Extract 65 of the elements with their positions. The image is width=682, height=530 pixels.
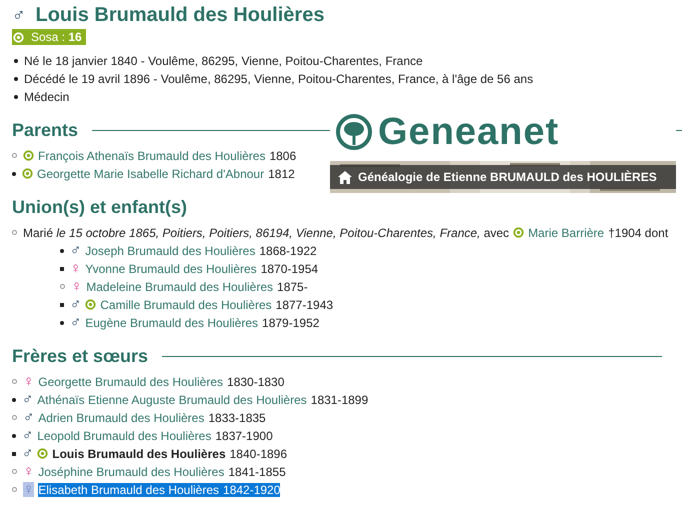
sex-symbol: ♂ [70,297,82,312]
tree-icon [334,114,374,150]
sex-symbol: ♂ [22,428,34,443]
dates: 1830-1830 [227,374,284,388]
dates: 1870-1954 [260,262,318,276]
person-link[interactable]: Joséphine Brumauld des Houlières [38,464,224,478]
sosa-icon [13,32,24,42]
person-link[interactable]: Georgette Brumauld des Houlières [38,374,224,388]
sex-symbol: ♂ [70,243,82,258]
person-link[interactable]: Georgette Marie Isabelle Richard d'Abnour [37,166,264,180]
person-link[interactable]: Elisabeth Brumauld des Houlières [38,482,220,496]
section-heading: Frères et sœurs [12,346,148,366]
fact-text: Né le 18 janvier 1840 - Voulême, 86295, Vienne, Poitou-Charentes, France [24,54,423,68]
person-link[interactable]: Joseph Brumauld des Houlières [85,244,256,258]
banner-link[interactable]: Généalogie de Etienne BRUMAULD des HOULIÈRES [330,165,676,189]
person-name: Louis Brumauld des Houlières [36,4,324,26]
dates: 1879-1952 [262,316,320,330]
sosa-icon [85,299,96,310]
marriage-text: Marié le 15 octobre 1865, Poitiers, Poitiers, 86194, Vienne, Poitou-Charentes, France, avec [23,226,510,240]
sex-symbol: ♀ [70,261,82,276]
sosa-badge: Sosa : 16 [12,29,86,45]
bullet-icon [14,58,18,62]
dates: 1877-1943 [276,298,334,312]
section-heading: Union(s) et enfant(s) [12,196,187,218]
geneanet-logo[interactable]: Geneanet [330,113,676,151]
bullet-icon [14,76,18,80]
sosa-icon [23,150,34,161]
sex-symbol: ♀ [23,464,34,479]
current-person: Louis Brumauld des Houlières [52,446,226,460]
sex-symbol: ♀ [71,279,82,294]
sex-symbol: ♂ [70,315,82,330]
sex-symbol: ♀ [23,374,34,389]
section-heading: Parents [12,120,78,140]
person-link[interactable]: Marie Barrière [528,226,604,240]
sex-symbol: ♂ [22,392,34,407]
person-link[interactable]: Adrien Brumauld des Houlières [38,410,204,424]
sosa-icon [513,227,524,238]
person-link[interactable]: Yvonne Brumauld des Houlières [85,262,257,276]
sosa-icon [37,448,48,459]
fact-text: Médecin [24,90,70,104]
dates: 1833-1835 [208,410,266,424]
dates: 1806 [269,148,296,162]
sex-symbol: ♂ [23,410,34,425]
sex-symbol: ♀ [23,482,34,497]
dates: 1812 [268,166,295,180]
sex-symbol: ♂ [12,4,26,26]
person-link[interactable]: Camille Brumauld des Houlières [100,298,272,312]
sosa-icon [22,168,33,179]
person-link[interactable]: Eugène Brumauld des Houlières [85,316,258,330]
dates: 1840-1896 [230,446,288,460]
dates: 1842-1920 [223,482,280,496]
person-link[interactable]: Leopold Brumauld des Houlières [37,428,212,442]
sex-symbol: ♂ [22,446,34,461]
dates: 1875- [277,280,308,294]
dates: 1831-1899 [310,392,368,406]
dates: 1868-1922 [259,244,317,258]
person-link[interactable]: François Athenaïs Brumauld des Houlières [38,148,266,162]
dates: 1841-1855 [228,464,286,478]
person-link[interactable]: Athénaïs Etienne Auguste Brumauld des Houlières [37,392,307,406]
bullet-icon [14,94,18,98]
dates: 1837-1900 [215,428,273,442]
dates: †1904 dont [608,226,668,240]
home-icon [338,170,352,184]
fact-text: Décédé le 19 avril 1896 - Voulême, 86295, Vienne, Poitou-Charentes, France, à l'âge de 56 ans [24,72,534,86]
person-link[interactable]: Madeleine Brumauld des Houlières [86,280,274,294]
